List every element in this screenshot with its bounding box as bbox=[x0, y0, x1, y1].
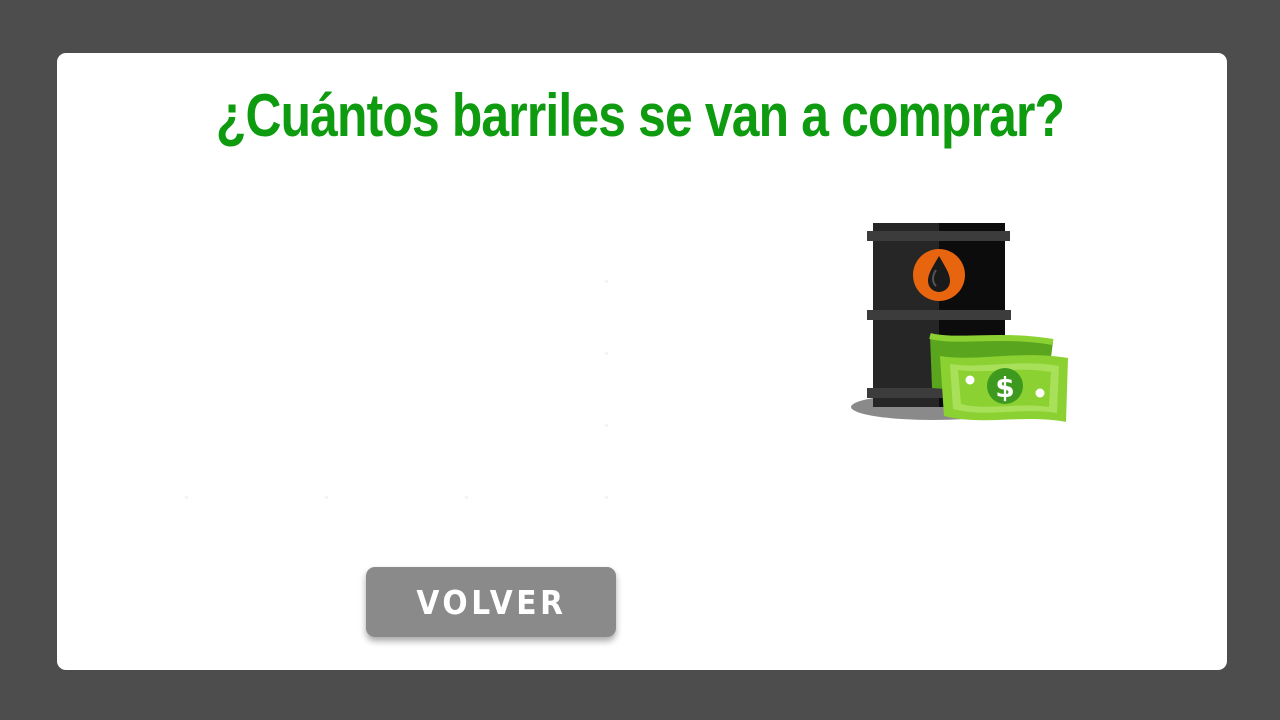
placeholder-dot bbox=[325, 496, 328, 499]
placeholder-dot bbox=[605, 496, 608, 499]
svg-text:$: $ bbox=[995, 371, 1014, 404]
answer-options-area bbox=[180, 270, 610, 510]
question-title: ¿Cuántos barriles se van a comprar? bbox=[215, 82, 1065, 149]
placeholder-dot bbox=[185, 496, 188, 499]
oil-barrel-money-icon: $ bbox=[848, 218, 1072, 428]
placeholder-dot bbox=[605, 424, 608, 427]
placeholder-dot bbox=[605, 352, 608, 355]
placeholder-dot bbox=[605, 280, 608, 283]
placeholder-dot bbox=[465, 496, 468, 499]
back-button[interactable]: VOLVER bbox=[366, 567, 616, 637]
dollar-bills-icon: $ bbox=[929, 333, 1068, 422]
back-button-label: VOLVER bbox=[415, 582, 567, 622]
